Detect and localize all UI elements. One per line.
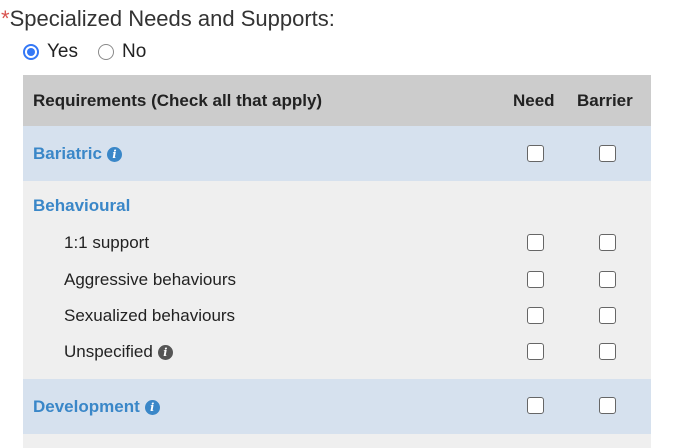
barrier-checkbox-unspecified[interactable] <box>599 343 616 360</box>
need-checkbox-aggressive-behaviours[interactable] <box>527 271 544 288</box>
item-label-unspecified: Unspecified i <box>64 342 173 362</box>
header-need: Need <box>513 91 555 110</box>
category-group-behavioural: Behavioural 1:1 support Aggressive behav… <box>23 181 651 379</box>
table-header: Requirements (Check all that apply) Need… <box>23 75 651 126</box>
specialized-needs-form: *Specialized Needs and Supports: Yes No … <box>0 0 678 448</box>
category-title-development: Development i <box>33 397 160 417</box>
item-label-sexualized-behaviours: Sexualized behaviours <box>64 306 236 325</box>
question-label: *Specialized Needs and Supports: <box>1 4 335 34</box>
radio-label-no: No <box>122 41 147 62</box>
header-requirements: Requirements (Check all that apply) <box>33 91 323 110</box>
need-checkbox-unspecified[interactable] <box>527 343 544 360</box>
radio-button-yes[interactable] <box>23 44 39 60</box>
need-checkbox-development[interactable] <box>527 397 544 414</box>
next-category-row <box>23 434 651 448</box>
item-label-aggressive-behaviours: Aggressive behaviours <box>64 270 236 289</box>
info-icon[interactable]: i <box>106 146 122 162</box>
category-label: Bariatric <box>33 144 102 163</box>
barrier-checkbox-aggressive-behaviours[interactable] <box>599 271 616 288</box>
radio-button-no[interactable] <box>98 44 114 60</box>
yes-no-radio-group: Yes No <box>23 38 166 66</box>
info-icon[interactable]: i <box>157 344 173 360</box>
info-icon[interactable]: i <box>144 399 160 415</box>
radio-option-no[interactable]: No <box>98 41 146 63</box>
required-asterisk: * <box>1 6 10 31</box>
barrier-checkbox-bariatric[interactable] <box>599 145 616 162</box>
header-barrier: Barrier <box>577 91 633 110</box>
category-title-bariatric: Bariatric i <box>33 144 122 164</box>
category-label: Development <box>33 397 140 416</box>
radio-label-yes: Yes <box>47 41 78 62</box>
question-text: Specialized Needs and Supports: <box>9 6 335 31</box>
radio-option-yes[interactable]: Yes <box>23 41 78 63</box>
barrier-checkbox-sexualized-behaviours[interactable] <box>599 307 616 324</box>
category-row-development: Development i <box>23 379 651 434</box>
barrier-checkbox-1-1-support[interactable] <box>599 234 616 251</box>
category-row-bariatric: Bariatric i <box>23 126 651 181</box>
requirements-table: Requirements (Check all that apply) Need… <box>23 75 651 448</box>
category-title-behavioural: Behavioural <box>33 196 131 215</box>
need-checkbox-sexualized-behaviours[interactable] <box>527 307 544 324</box>
item-label-text: Unspecified <box>64 342 153 361</box>
item-label-1-1-support: 1:1 support <box>64 233 150 252</box>
need-checkbox-bariatric[interactable] <box>527 145 544 162</box>
need-checkbox-1-1-support[interactable] <box>527 234 544 251</box>
barrier-checkbox-development[interactable] <box>599 397 616 414</box>
